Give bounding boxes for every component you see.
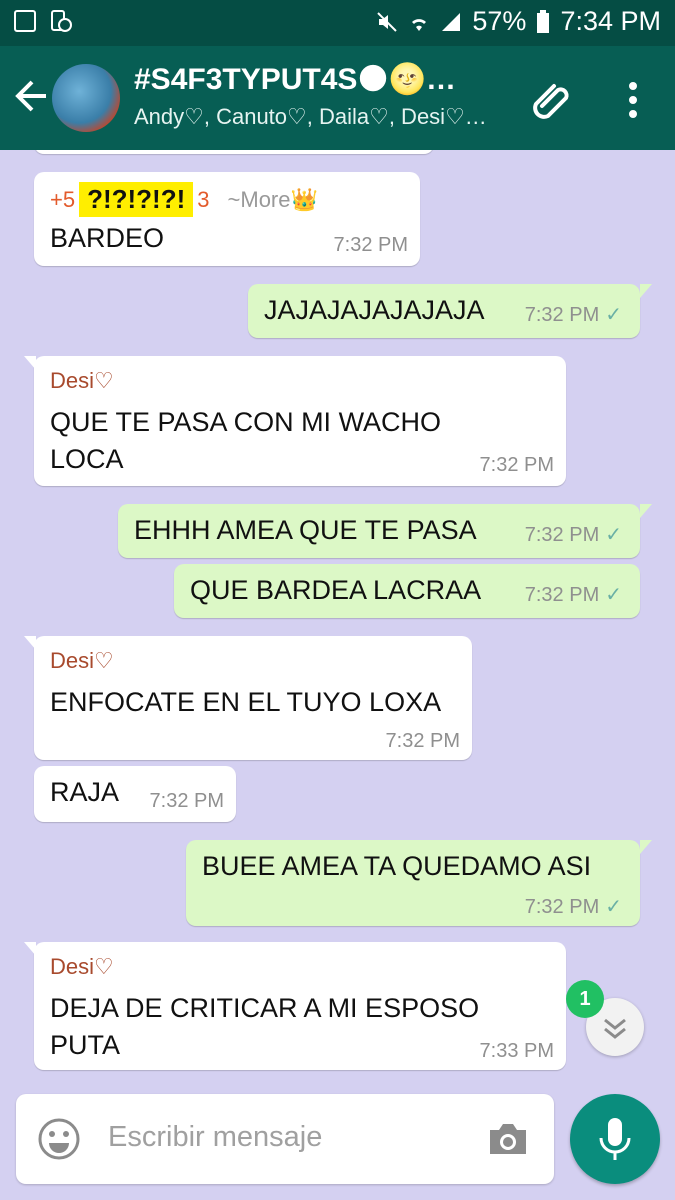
group-title[interactable]: #S4F3TYPUT4S🌑🌝… (134, 62, 456, 97)
incoming-message[interactable]: RAJA 7:32 PM (34, 766, 236, 822)
sent-check-icon: ✓ (605, 304, 622, 326)
sent-check-icon: ✓ (605, 896, 622, 918)
bubble-tail (24, 636, 36, 650)
message-time: 7:32 PM (149, 790, 224, 812)
sender-highlight: ?!?!?!?! (79, 182, 194, 217)
outgoing-message[interactable]: QUE BARDEA LACRAA 7:32 PM ✓ (174, 564, 640, 618)
more-options-icon[interactable] (622, 80, 644, 120)
incoming-message[interactable]: Desi♡ DEJA DE CRITICAR A MI ESPOSO PUTA … (24, 942, 566, 1070)
message-time: 7:32 PM ✓ (524, 584, 622, 606)
message-text: QUE TE PASA CON MI WACHO LOCA (50, 407, 442, 474)
message-text: DEJA DE CRITICAR A MI ESPOSO PUTA (50, 993, 480, 1060)
incoming-message[interactable]: Desi♡ QUE TE PASA CON MI WACHO LOCA 7:32… (24, 356, 566, 486)
sent-check-icon: ✓ (605, 584, 622, 606)
clock: 7:34 PM (560, 6, 661, 36)
chat-header: #S4F3TYPUT4S🌑🌝… Andy♡, Canuto♡, Daila♡, … (0, 46, 675, 150)
message-text: ENFOCATE EN EL TUYO LOXA (50, 687, 442, 717)
message-time: 7:33 PM (479, 1040, 554, 1062)
outgoing-message[interactable]: BUEE AMEA TA QUEDAMO ASI 7:32 PM ✓ (186, 840, 652, 926)
sender-number-prefix: +5 (50, 186, 76, 212)
message-time: 7:32 PM ✓ (524, 304, 622, 326)
message-text: BUEE AMEA TA QUEDAMO ASI (202, 851, 592, 881)
outgoing-message[interactable]: EHHH AMEA QUE TE PASA 7:32 PM ✓ (118, 504, 652, 558)
message-time: 7:32 PM ✓ (524, 524, 622, 546)
bubble-tail (24, 942, 36, 956)
attach-clip-icon[interactable] (530, 76, 576, 122)
mute-icon (377, 11, 398, 32)
phone-clock-icon (51, 10, 72, 32)
microphone-icon (599, 1118, 631, 1160)
message-time: 7:32 PM (479, 454, 554, 476)
message-sender: Desi♡ (50, 954, 114, 979)
outgoing-message[interactable]: JAJAJAJAJAJAJA 7:32 PM ✓ (248, 284, 652, 338)
emoji-icon[interactable] (38, 1118, 80, 1160)
incoming-message[interactable]: +5 ?!?!?!?! 3 ~More👑 BARDEO 7:32 PM (34, 172, 420, 266)
bubble-tail (640, 504, 652, 518)
message-time: 7:32 PM (333, 234, 408, 256)
battery-percent: 57% (472, 6, 527, 36)
message-text: EHHH AMEA QUE TE PASA (134, 515, 477, 545)
incoming-message[interactable]: Desi♡ ENFOCATE EN EL TUYO LOXA 7:32 PM (24, 636, 472, 760)
message-input-bar[interactable]: Escribir mensaje (16, 1094, 554, 1184)
message-text: BARDEO (50, 223, 165, 253)
message-input[interactable]: Escribir mensaje (108, 1121, 322, 1154)
message-text: JAJAJAJAJAJAJA (264, 295, 485, 325)
message-text: RAJA (50, 777, 120, 807)
voice-message-button[interactable] (570, 1094, 660, 1184)
gallery-notification-icon (14, 10, 36, 32)
signal-icon (442, 12, 461, 31)
message-sender: Desi♡ (50, 368, 114, 393)
bubble-tail (24, 356, 36, 370)
message-time: 7:32 PM ✓ (524, 896, 622, 918)
group-avatar[interactable] (52, 64, 120, 132)
message-sender: +5 ?!?!?!?! 3 ~More👑 (50, 182, 318, 217)
bubble-tail (640, 284, 652, 298)
unread-badge: 1 (566, 980, 604, 1018)
partial-message (34, 150, 434, 154)
message-sender: Desi♡ (50, 648, 114, 673)
sent-check-icon: ✓ (605, 524, 622, 546)
bubble-tail (640, 840, 652, 854)
sender-name: ~More👑 (227, 186, 318, 212)
sender-number-suffix: 3 (197, 186, 210, 212)
camera-icon[interactable] (486, 1120, 530, 1158)
battery-icon (537, 9, 550, 33)
wifi-icon (412, 18, 427, 31)
message-time: 7:32 PM (385, 730, 460, 752)
status-bar: 57% 7:34 PM (0, 0, 675, 46)
group-members[interactable]: Andy♡, Canuto♡, Daila♡, Desi♡… (134, 104, 487, 130)
message-text: QUE BARDEA LACRAA (190, 575, 482, 605)
back-arrow-icon[interactable] (14, 76, 50, 116)
chat-area[interactable]: +5 ?!?!?!?! 3 ~More👑 BARDEO 7:32 PM JAJA… (0, 150, 675, 1090)
